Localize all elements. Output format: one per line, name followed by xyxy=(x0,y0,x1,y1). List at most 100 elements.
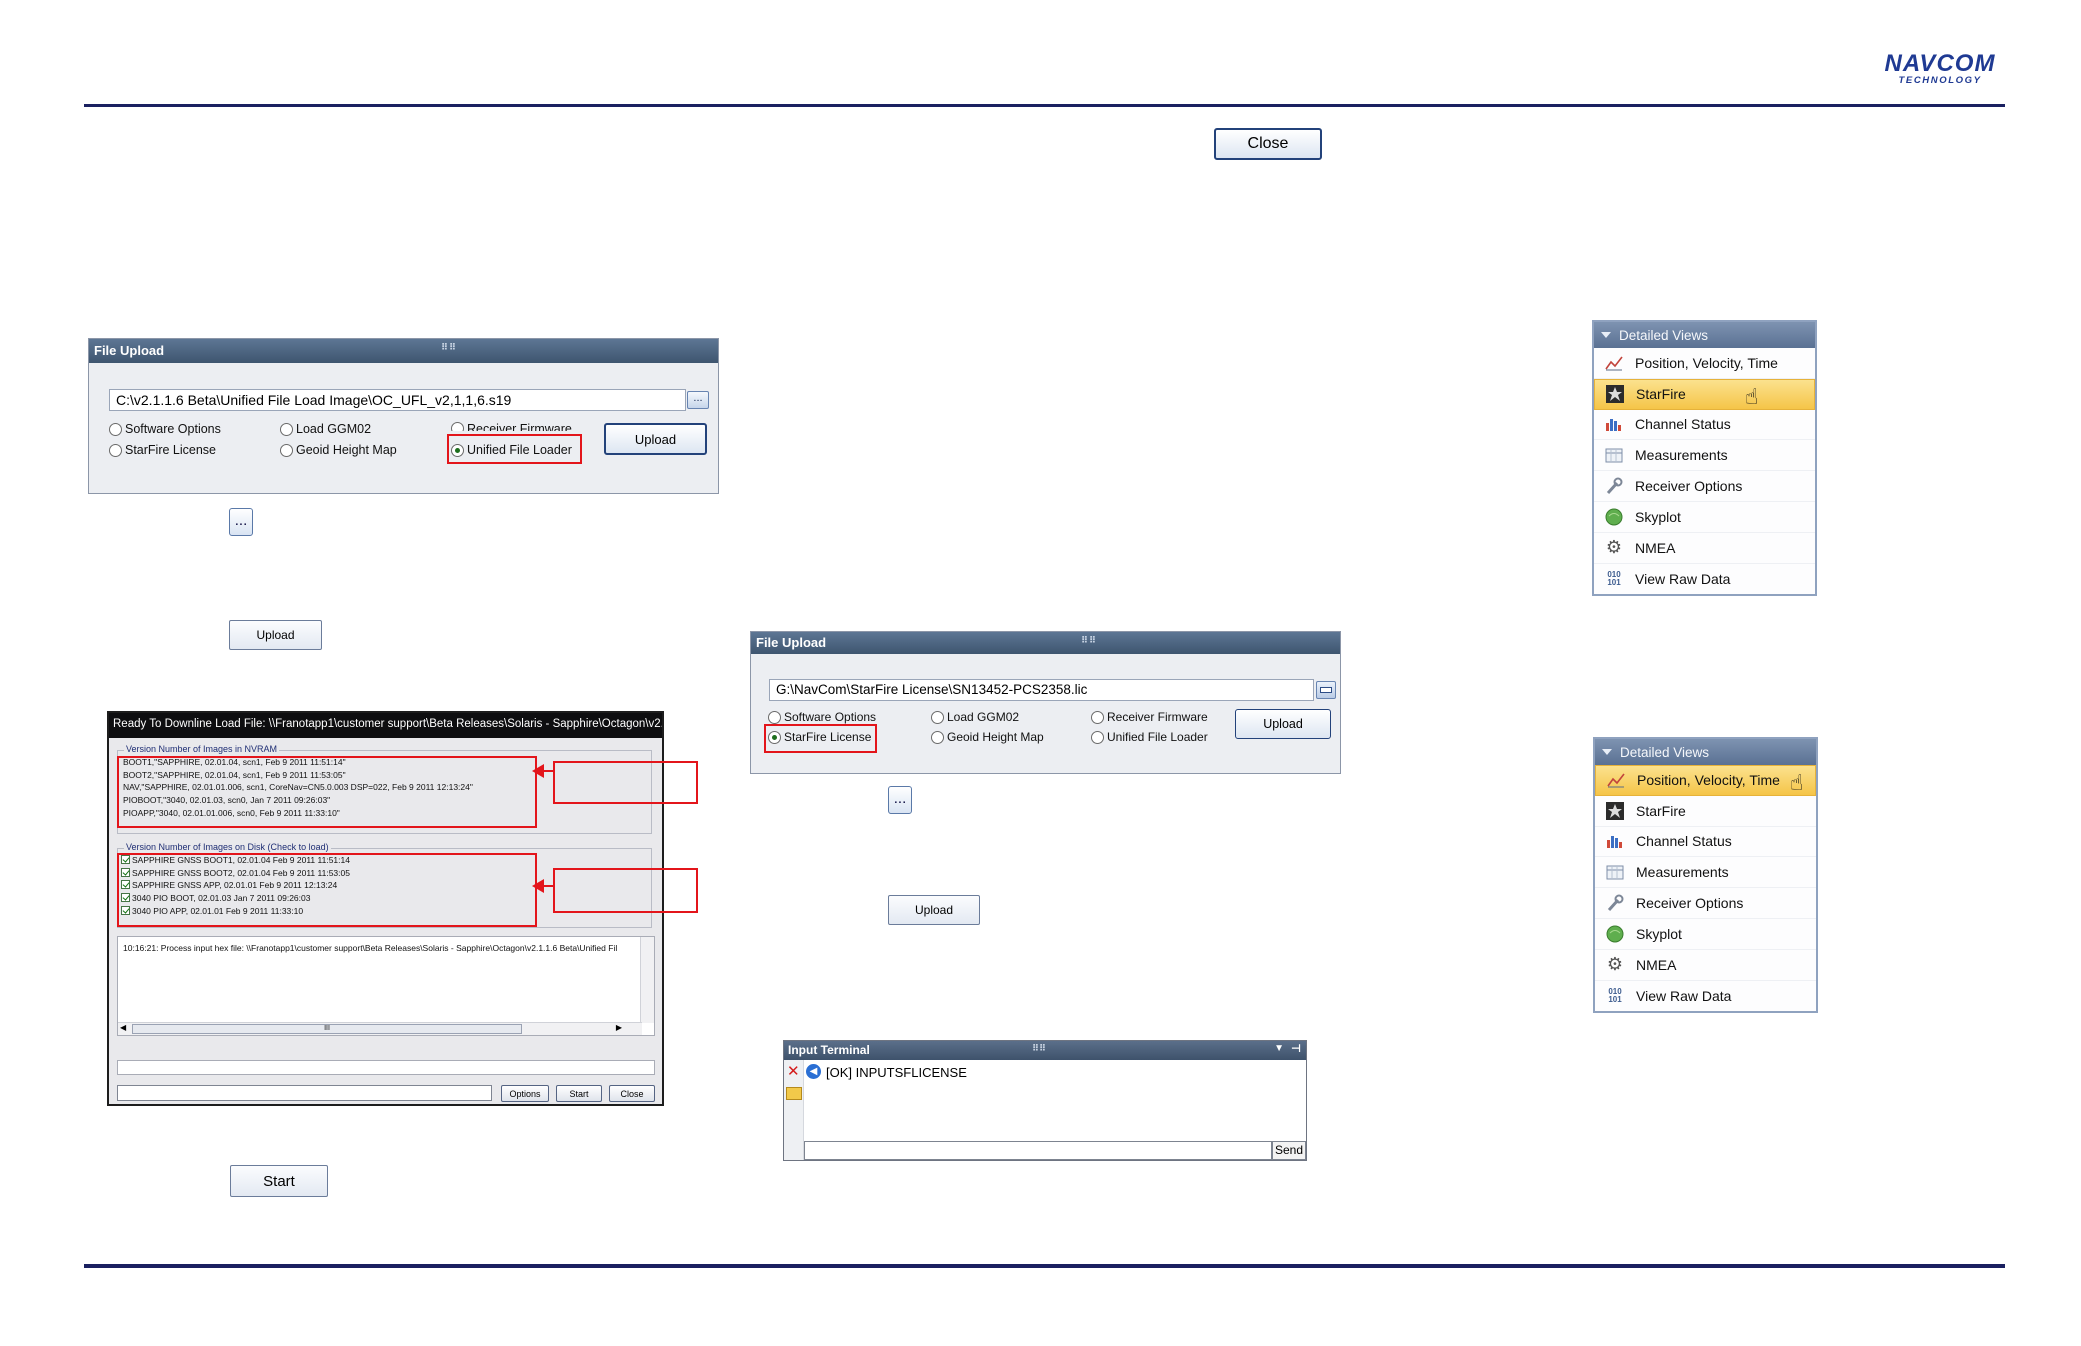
view-item-starfire[interactable]: StarFire xyxy=(1595,796,1816,827)
logo-subtitle: TECHNOLOGY xyxy=(1898,75,1982,86)
binary-data-icon: 010 101 xyxy=(1607,569,1621,587)
arrow-left-icon xyxy=(532,764,544,778)
highlight-box xyxy=(117,756,537,828)
callout-box xyxy=(553,868,698,913)
file-upload-panel: File Upload ⠿⠿ C:\v2.1.1.6 Beta\Unified … xyxy=(88,338,719,494)
terminal-title: Input Terminal xyxy=(788,1043,870,1057)
radio-icon xyxy=(931,730,944,744)
status-field xyxy=(117,1085,492,1101)
browse-icon[interactable] xyxy=(1316,681,1336,699)
scroll-right-icon[interactable]: ▶ xyxy=(616,1023,622,1032)
dropdown-icon[interactable]: ▼ xyxy=(1274,1043,1284,1054)
clear-icon[interactable]: ✕ xyxy=(787,1064,800,1079)
callout-box xyxy=(553,761,698,804)
detailed-views-panel: Detailed Views Position, Velocity, Time ☝… xyxy=(1593,737,1818,1013)
log-area[interactable]: 10:16:21: Process input hex file: \\Fran… xyxy=(117,936,655,1036)
browse-button[interactable]: ... xyxy=(687,391,709,409)
upload-button-icon[interactable]: Upload xyxy=(229,620,322,650)
view-item-receiver-options[interactable]: Receiver Options xyxy=(1595,888,1816,919)
terminal-title-bar: Input Terminal ⠿⠿ ▼ ⊣ xyxy=(784,1041,1306,1060)
view-item-nmea[interactable]: ⚙ NMEA xyxy=(1594,533,1815,564)
drag-grip-icon[interactable]: ⠿⠿ xyxy=(1081,635,1097,646)
folder-icon[interactable] xyxy=(786,1087,802,1100)
view-item-receiver-options[interactable]: Receiver Options xyxy=(1594,471,1815,502)
starfire-icon xyxy=(1605,801,1625,821)
radio-geoid-height-map[interactable]: Geoid Height Map xyxy=(280,443,397,457)
upload-button[interactable]: Upload xyxy=(604,423,707,455)
pvt-chart-icon xyxy=(1604,353,1624,373)
view-item-measurements[interactable]: Measurements xyxy=(1595,857,1816,889)
navcom-logo: NAVCOM TECHNOLOGY xyxy=(1874,52,2006,86)
view-item-starfire[interactable]: StarFire ☝ xyxy=(1594,378,1815,410)
radio-icon xyxy=(451,422,464,431)
highlight-box xyxy=(764,724,877,753)
view-item-measurements[interactable]: Measurements xyxy=(1594,440,1815,472)
view-item-view-raw-data[interactable]: 010 101 View Raw Data xyxy=(1594,564,1815,595)
radio-geoid-height-map[interactable]: Geoid Height Map xyxy=(931,730,1044,744)
file-upload-panel: File Upload ⠿⠿ G:\NavCom\StarFire Licens… xyxy=(750,631,1341,774)
terminal-toolbar: ✕ xyxy=(784,1060,804,1160)
view-item-channel-status[interactable]: Channel Status xyxy=(1595,827,1816,858)
horizontal-scrollbar[interactable]: ◀ III ▶ xyxy=(118,1022,642,1035)
view-item-position-velocity-time[interactable]: Position, Velocity, Time ☝ xyxy=(1595,765,1816,796)
start-button-icon[interactable]: Start xyxy=(230,1165,328,1197)
radio-software-options[interactable]: Software Options xyxy=(109,422,221,436)
file-path-input[interactable]: C:\v2.1.1.6 Beta\Unified File Load Image… xyxy=(109,389,686,411)
view-item-nmea[interactable]: ⚙ NMEA xyxy=(1595,950,1816,981)
radio-icon xyxy=(1091,710,1104,724)
panel-title: File Upload xyxy=(756,635,827,650)
radio-icon xyxy=(768,710,781,724)
radio-receiver-firmware[interactable]: Receiver Firmware xyxy=(1091,710,1208,724)
command-input[interactable] xyxy=(804,1141,1272,1160)
close-button[interactable]: Close xyxy=(609,1085,655,1102)
radio-icon xyxy=(109,443,122,457)
bar-chart-icon xyxy=(1605,831,1625,851)
collapse-icon[interactable] xyxy=(1601,332,1611,338)
options-button[interactable]: Options xyxy=(501,1085,549,1102)
pin-icon[interactable]: ⊣ xyxy=(1291,1042,1301,1055)
drag-grip-icon[interactable]: ⠿⠿ xyxy=(441,342,457,353)
info-arrow-icon: ◀ xyxy=(806,1064,821,1079)
detailed-views-header[interactable]: Detailed Views xyxy=(1595,739,1816,765)
binary-data-icon: 010 101 xyxy=(1608,986,1622,1004)
radio-icon xyxy=(280,422,293,436)
header-rule xyxy=(84,104,2005,107)
wrench-icon xyxy=(1605,893,1625,913)
radio-load-ggm02[interactable]: Load GGM02 xyxy=(280,422,371,436)
scroll-left-icon[interactable]: ◀ xyxy=(120,1023,126,1032)
wrench-icon xyxy=(1604,476,1624,496)
upload-button[interactable]: Upload xyxy=(1235,709,1331,739)
drag-grip-icon[interactable]: ⠿⠿ xyxy=(1032,1043,1046,1054)
globe-icon xyxy=(1604,507,1624,527)
view-item-channel-status[interactable]: Channel Status xyxy=(1594,410,1815,441)
arrow-left-icon xyxy=(532,879,544,893)
gear-icon: ⚙ xyxy=(1606,954,1624,975)
panel-title-bar: File Upload ⠿⠿ xyxy=(751,632,1340,654)
view-item-skyplot[interactable]: Skyplot xyxy=(1594,502,1815,533)
radio-software-options[interactable]: Software Options xyxy=(768,710,876,724)
view-item-view-raw-data[interactable]: 010 101 View Raw Data xyxy=(1595,981,1816,1012)
radio-starfire-license[interactable]: StarFire License xyxy=(109,443,216,457)
browse-button-icon[interactable]: ... xyxy=(888,786,912,814)
browse-button-icon[interactable]: ... xyxy=(229,508,253,536)
table-icon xyxy=(1605,862,1625,882)
close-button[interactable]: Close xyxy=(1214,128,1322,160)
terminal-message: [OK] INPUTSFLICENSE xyxy=(826,1065,967,1080)
vertical-scrollbar[interactable] xyxy=(640,937,654,1023)
radio-load-ggm02[interactable]: Load GGM02 xyxy=(931,710,1019,724)
file-path-input[interactable]: G:\NavCom\StarFire License\SN13452-PCS23… xyxy=(769,679,1314,701)
table-icon xyxy=(1604,445,1624,465)
radio-receiver-firmware[interactable]: Receiver Firmware xyxy=(451,422,572,431)
start-button[interactable]: Start xyxy=(556,1085,602,1102)
scroll-thumb[interactable]: III xyxy=(132,1024,522,1034)
pvt-chart-icon xyxy=(1606,770,1626,790)
send-button[interactable]: Send xyxy=(1272,1141,1306,1160)
bar-chart-icon xyxy=(1604,414,1624,434)
detailed-views-header[interactable]: Detailed Views xyxy=(1594,322,1815,348)
collapse-icon[interactable] xyxy=(1602,749,1612,755)
radio-unified-file-loader[interactable]: Unified File Loader xyxy=(1091,730,1208,744)
nvram-label: Version Number of Images in NVRAM xyxy=(124,744,280,754)
upload-button-icon[interactable]: Upload xyxy=(888,895,980,925)
view-item-position-velocity-time[interactable]: Position, Velocity, Time xyxy=(1594,348,1815,379)
view-item-skyplot[interactable]: Skyplot xyxy=(1595,919,1816,950)
